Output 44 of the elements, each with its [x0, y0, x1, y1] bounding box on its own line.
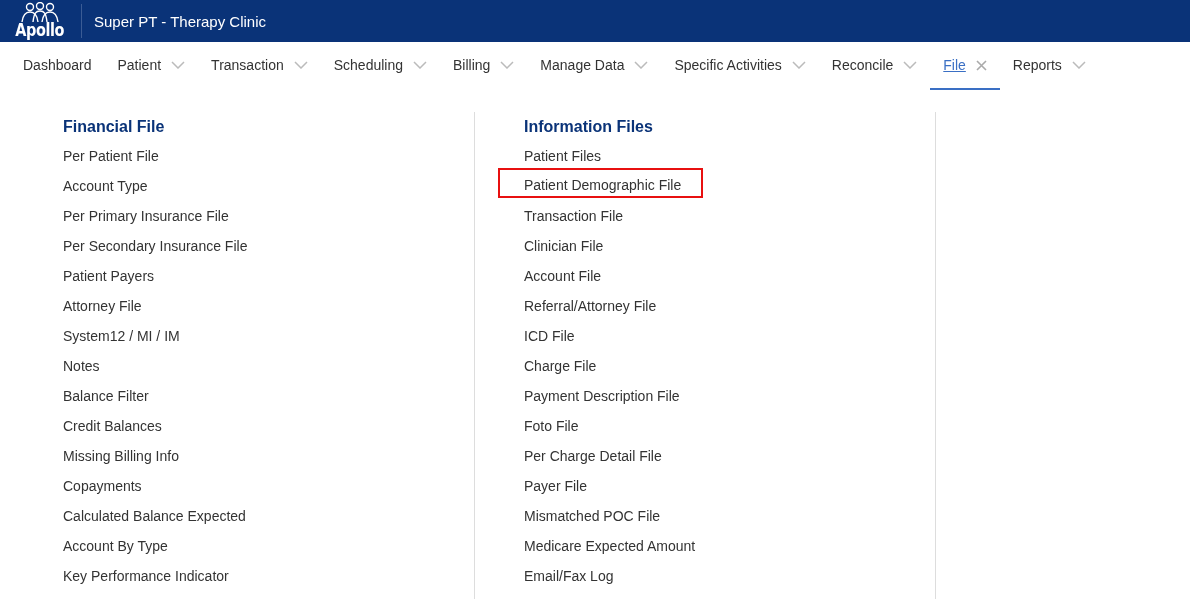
menu-link[interactable]: Per Charge Detail File	[524, 446, 662, 476]
menu-link[interactable]: Mismatched POC File	[524, 506, 661, 536]
menu-link[interactable]: Referral/Attorney File	[524, 296, 657, 326]
menu-link[interactable]: Account File	[524, 266, 602, 296]
menu-link[interactable]: Calculated Balance Expected	[63, 506, 246, 536]
nav-tab[interactable]: File	[930, 42, 1000, 90]
menu-link[interactable]: Per Secondary Insurance File	[63, 236, 248, 266]
menu-link[interactable]: Per Patient File	[63, 146, 159, 176]
menu-link[interactable]: Clinician File	[524, 236, 604, 266]
menu-link[interactable]: Key Performance Indicator	[63, 566, 229, 596]
menu-link[interactable]: Medicare Expected Amount	[524, 536, 696, 566]
menu-link[interactable]: System12 / MI / IM	[63, 326, 180, 356]
menu-link[interactable]: Copayments	[63, 476, 142, 506]
menu-link[interactable]: ICD File	[524, 326, 575, 356]
nav-tab[interactable]: Manage Data	[527, 42, 662, 90]
nav-tab[interactable]: Reconcile	[818, 42, 931, 90]
nav-tab[interactable]: Transaction	[198, 42, 321, 90]
menu-link[interactable]: Missing Billing Info	[63, 446, 179, 476]
menu-link[interactable]: Account Type	[63, 176, 148, 206]
menu-link[interactable]: Payer File	[524, 476, 588, 506]
menu-link[interactable]: Per Primary Insurance File	[63, 206, 229, 236]
nav-tab[interactable]: Scheduling	[320, 42, 440, 90]
menu-link[interactable]: Email/Fax Log	[524, 566, 614, 596]
nav-tab[interactable]: Patient	[104, 42, 199, 90]
nav-tab[interactable]: Reports	[999, 42, 1099, 90]
menu-link[interactable]: Credit Balances	[63, 416, 162, 446]
app-title: Super PT - Therapy Clinic	[94, 12, 267, 30]
nav-tab[interactable]: Dashboard	[10, 42, 105, 90]
menu-link[interactable]: Account By Type	[63, 536, 168, 566]
menu-link[interactable]: Transaction File	[524, 206, 624, 236]
menu-link[interactable]: Patient Payers	[63, 266, 155, 296]
section-heading: Financial File	[63, 117, 166, 137]
logo-text: Apollo	[15, 22, 65, 39]
menu-link[interactable]: Payment Description File	[524, 386, 680, 416]
menu-link[interactable]: Charge File	[524, 356, 597, 386]
close-icon[interactable]	[975, 59, 987, 71]
menu-link[interactable]: Notes	[63, 356, 100, 386]
section-heading: Information Files	[524, 117, 654, 137]
menu-link[interactable]: Balance Filter	[63, 386, 149, 416]
nav-tab[interactable]: Billing	[440, 42, 528, 90]
menu-link[interactable]: Attorney File	[63, 296, 142, 326]
people-icon	[18, 2, 62, 22]
menu-link[interactable]: Foto File	[524, 416, 579, 446]
nav-tab[interactable]: Specific Activities	[661, 42, 819, 90]
